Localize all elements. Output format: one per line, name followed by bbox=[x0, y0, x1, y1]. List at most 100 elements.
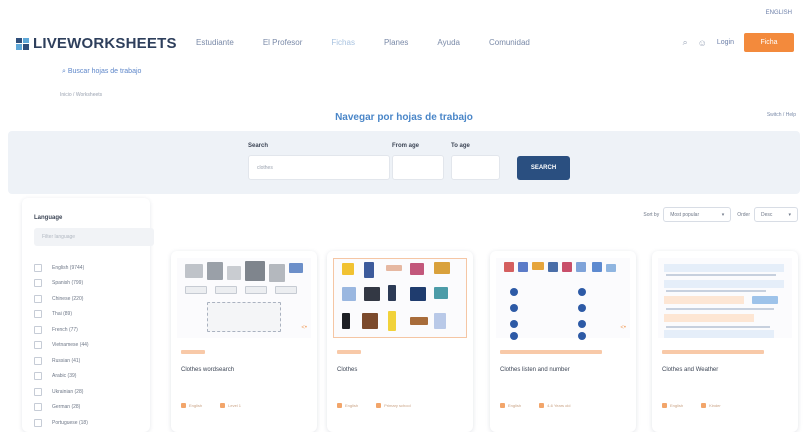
language-filter-input[interactable]: Filter language bbox=[34, 228, 154, 246]
level-icon bbox=[701, 403, 707, 408]
from-age-input[interactable] bbox=[392, 155, 444, 180]
worksheet-card[interactable]: <• Clothes listen and number English 4-6 … bbox=[490, 251, 636, 432]
card-title[interactable]: Clothes bbox=[337, 367, 357, 373]
nav-item-teacher[interactable]: El Profesor bbox=[263, 38, 303, 47]
card-title[interactable]: Clothes wordsearch bbox=[181, 367, 234, 373]
card-meta: English Level 1 bbox=[181, 403, 241, 408]
language-label: Spanish (799) bbox=[52, 280, 84, 287]
worksheet-thumbnail[interactable] bbox=[496, 258, 630, 340]
card-tag bbox=[337, 350, 361, 354]
logo-icon bbox=[16, 37, 29, 50]
card-title[interactable]: Clothes and Weather bbox=[662, 367, 718, 373]
main-nav: Estudiante El Profesor Fichas Planes Ayu… bbox=[196, 38, 559, 47]
checkbox[interactable] bbox=[34, 356, 42, 365]
language-selector[interactable]: ENGLISH bbox=[766, 10, 792, 16]
language-icon bbox=[500, 403, 505, 408]
worksheet-card[interactable]: <• Clothes wordsearch English Level 1 bbox=[171, 251, 317, 432]
language-option[interactable]: Ukrainian (28) bbox=[34, 384, 89, 400]
card-title[interactable]: Clothes listen and number bbox=[500, 367, 570, 373]
language-option[interactable]: Portuguese (18) bbox=[34, 415, 89, 431]
to-age-label: To age bbox=[451, 143, 470, 149]
language-option[interactable]: English (9744) bbox=[34, 260, 89, 276]
checkbox[interactable] bbox=[34, 341, 42, 350]
card-language: English bbox=[189, 403, 203, 408]
language-sidebar: Language Filter language English (9744) … bbox=[22, 198, 154, 432]
language-label: Thai (89) bbox=[52, 311, 73, 318]
sidebar-title: Language bbox=[34, 215, 63, 221]
checkbox[interactable] bbox=[34, 387, 42, 396]
nav-item-students[interactable]: Estudiante bbox=[196, 38, 234, 47]
language-option[interactable]: Chinese (220) bbox=[34, 291, 89, 307]
worksheet-thumbnail[interactable] bbox=[658, 258, 792, 338]
sort-label: Sort by bbox=[643, 211, 660, 218]
nav-item-worksheets[interactable]: Fichas bbox=[331, 38, 355, 47]
card-level: 4-6 Years old bbox=[547, 403, 571, 408]
card-tag bbox=[181, 350, 205, 354]
chevron-down-icon: ▾ bbox=[788, 211, 791, 218]
checkbox[interactable] bbox=[34, 325, 42, 334]
page-title: Navegar por hojas de trabajo bbox=[335, 112, 473, 123]
card-tag bbox=[662, 350, 764, 354]
worksheet-card[interactable]: Clothes and Weather English Kinder bbox=[652, 251, 798, 432]
language-label: Russian (41) bbox=[52, 357, 81, 364]
language-option[interactable]: French (77) bbox=[34, 322, 89, 338]
nav-item-community[interactable]: Comunidad bbox=[489, 38, 530, 47]
language-label: Arabic (39) bbox=[52, 373, 77, 380]
checkbox[interactable] bbox=[34, 310, 42, 319]
checkbox[interactable] bbox=[34, 294, 42, 303]
language-option[interactable]: German (28) bbox=[34, 400, 89, 416]
search-input[interactable]: clothes bbox=[248, 155, 390, 180]
share-icon[interactable]: <• bbox=[301, 325, 307, 331]
order-value: Desc bbox=[761, 211, 773, 218]
search-label: Search bbox=[248, 143, 269, 149]
card-meta: English 4-6 Years old bbox=[500, 403, 570, 408]
card-meta: English Primary school bbox=[337, 403, 411, 408]
share-icon[interactable]: <• bbox=[620, 325, 626, 331]
level-icon bbox=[539, 403, 545, 408]
to-age-input[interactable] bbox=[451, 155, 500, 180]
order-label: Order bbox=[737, 211, 750, 218]
signup-button[interactable]: Ficha bbox=[744, 33, 794, 52]
search-worksheets-link[interactable]: ⌕ Buscar hojas de trabajo bbox=[62, 68, 141, 76]
top-header: LIVEWORKSHEETS Estudiante El Profesor Fi… bbox=[0, 26, 808, 60]
card-level: Level 1 bbox=[228, 403, 242, 408]
checkbox[interactable] bbox=[34, 403, 42, 412]
checkbox[interactable] bbox=[34, 263, 42, 272]
card-tag bbox=[500, 350, 602, 354]
worksheet-thumbnail[interactable] bbox=[333, 258, 467, 338]
language-label: Portuguese (18) bbox=[52, 419, 88, 426]
worksheet-card[interactable]: Clothes English Primary school bbox=[327, 251, 473, 432]
language-label: French (77) bbox=[52, 326, 78, 333]
login-link[interactable]: Login bbox=[717, 39, 734, 46]
card-meta: English Kinder bbox=[662, 403, 721, 408]
language-option[interactable]: Vietnamese (44) bbox=[34, 338, 89, 354]
language-option[interactable]: Arabic (39) bbox=[34, 369, 89, 385]
search-button[interactable]: SEARCH bbox=[517, 156, 570, 180]
order-select[interactable]: Desc ▾ bbox=[754, 207, 798, 222]
card-language: English bbox=[508, 403, 522, 408]
level-icon bbox=[376, 403, 382, 408]
checkbox[interactable] bbox=[34, 372, 42, 381]
language-list: English (9744) Spanish (799) Chinese (22… bbox=[34, 260, 89, 431]
card-language: English bbox=[345, 403, 359, 408]
checkbox[interactable] bbox=[34, 279, 42, 288]
card-level: Primary school bbox=[384, 403, 411, 408]
worksheet-thumbnail[interactable] bbox=[177, 258, 311, 338]
checkbox[interactable] bbox=[34, 418, 42, 427]
header-actions: ⌕ ☺ Login Ficha bbox=[683, 33, 794, 52]
user-icon[interactable]: ☺ bbox=[698, 38, 707, 48]
search-icon[interactable]: ⌕ bbox=[683, 37, 688, 48]
language-option[interactable]: Russian (41) bbox=[34, 353, 89, 369]
language-label: Vietnamese (44) bbox=[52, 342, 89, 349]
brand-name: LIVEWORKSHEETS bbox=[33, 35, 177, 52]
language-option[interactable]: Spanish (799) bbox=[34, 276, 89, 292]
sort-select[interactable]: Most popular ▾ bbox=[663, 207, 732, 222]
help-link[interactable]: Switch / Help bbox=[767, 112, 796, 118]
sort-controls: Sort by Most popular ▾ Order Desc ▾ bbox=[643, 207, 798, 222]
nav-item-plans[interactable]: Planes bbox=[384, 38, 408, 47]
logo[interactable]: LIVEWORKSHEETS bbox=[16, 35, 177, 52]
nav-item-help[interactable]: Ayuda bbox=[437, 38, 460, 47]
language-icon bbox=[337, 403, 342, 408]
breadcrumb[interactable]: Inicio / Worksheets bbox=[60, 92, 102, 98]
language-option[interactable]: Thai (89) bbox=[34, 307, 89, 323]
